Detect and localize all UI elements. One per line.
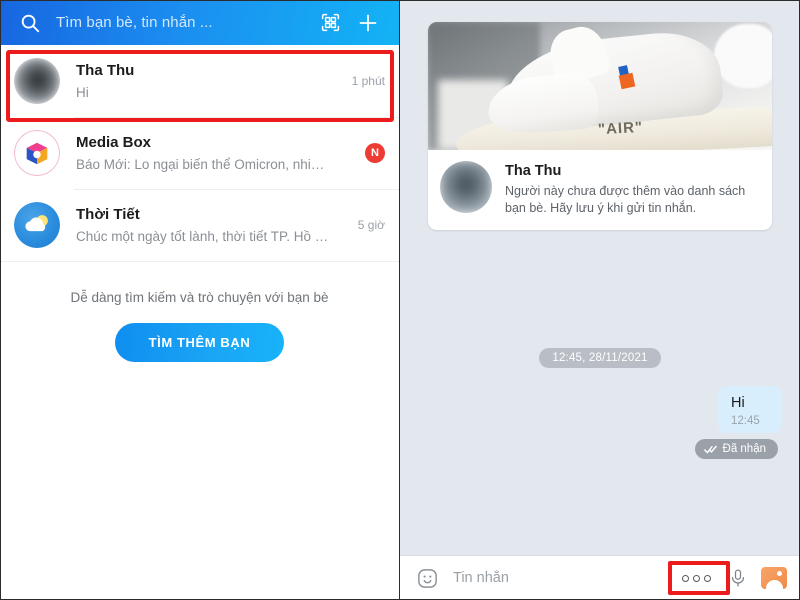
message-area: "AIR" Tha Thu Người này chưa được thêm v… (400, 0, 800, 555)
message-composer (400, 555, 800, 600)
list-divider (0, 261, 399, 262)
three-dots-more-icon[interactable] (674, 565, 718, 591)
double-check-icon (703, 445, 717, 453)
blurred-photo-avatar (14, 58, 60, 104)
list-item-meta: 1 phút (343, 74, 385, 88)
contact-card-text: Tha Thu Người này chưa được thêm vào dan… (492, 161, 753, 217)
contact-warning-note: Người này chưa được thêm vào danh sách b… (505, 184, 746, 215)
contact-name: Tha Thu (505, 163, 562, 179)
list-item-snippet: Hi (76, 84, 89, 100)
list-item-time: 1 phút (351, 74, 385, 88)
status-badge: Đã nhận (694, 439, 778, 459)
sneaker-orange-tag (618, 72, 636, 90)
delivery-status-label: Đã nhận (722, 443, 766, 455)
contact-cover-photo: "AIR" (428, 22, 772, 150)
search-input[interactable]: Tìm bạn bè, tin nhắn ... (46, 14, 309, 31)
sneaker-heel (714, 24, 772, 88)
smiley-face-icon[interactable] (413, 564, 441, 592)
day-divider-label: 12:45, 28/11/2021 (539, 348, 661, 368)
list-item-meta: 5 giờ (343, 218, 385, 232)
list-item-meta: N (343, 143, 385, 163)
message-bubble[interactable]: Hi 12:45 (718, 386, 782, 433)
list-item-name: Media Box (76, 133, 152, 151)
app-screen: Tìm bạn bè, tin nhắn ... Tha Thu Hi 1 ph… (0, 0, 800, 600)
find-friends-promo: Dễ dàng tìm kiếm và trò chuyện với bạn b… (0, 262, 399, 362)
list-item-snippet: Chúc một ngày tốt lành, thời tiết TP. Hồ… (76, 228, 331, 244)
media-box-cube-icon (14, 130, 60, 176)
list-item-name: Tha Thu (76, 61, 135, 79)
dot (681, 574, 689, 582)
image-gallery-icon[interactable] (761, 567, 787, 589)
contact-intro-card[interactable]: "AIR" Tha Thu Người này chưa được thêm v… (428, 22, 772, 230)
avatar[interactable] (14, 130, 60, 176)
microphone-icon[interactable] (724, 564, 752, 592)
message-text: Hi (731, 395, 745, 411)
conversation-panel: "AIR" Tha Thu Người này chưa được thêm v… (400, 0, 800, 600)
status-badge: N (365, 143, 385, 163)
promo-text: Dễ dàng tìm kiếm và trò chuyện với bạn b… (70, 290, 329, 305)
conversation-list: Tha Thu Hi 1 phút Media Box Báo Mới: Lo … (0, 45, 399, 262)
list-item-body: Tha Thu Hi (60, 61, 343, 102)
qr-code-icon[interactable] (313, 6, 347, 40)
chat-list-panel: Tìm bạn bè, tin nhắn ... Tha Thu Hi 1 ph… (0, 0, 400, 600)
message-input[interactable] (441, 570, 668, 586)
list-item-thoi-tiet[interactable]: Thời Tiết Chúc một ngày tốt lành, thời t… (0, 189, 399, 261)
dot (703, 574, 711, 582)
avatar[interactable] (14, 202, 60, 248)
search-header: Tìm bạn bè, tin nhắn ... (0, 0, 399, 45)
list-item-body: Thời Tiết Chúc một ngày tốt lành, thời t… (60, 205, 343, 246)
plus-icon[interactable] (351, 6, 385, 40)
message-row-outgoing: Hi 12:45 (418, 386, 782, 433)
dot (692, 574, 700, 582)
list-item-name: Thời Tiết (76, 205, 140, 223)
blurred-photo-avatar (440, 161, 492, 213)
weather-cloud-sun-icon (14, 202, 60, 248)
list-item-body: Media Box Báo Mới: Lo ngại biến thể Omic… (60, 133, 343, 174)
list-item-time: 5 giờ (357, 218, 385, 232)
list-item-media-box[interactable]: Media Box Báo Mới: Lo ngại biến thể Omic… (0, 117, 399, 189)
sneaker-air-label: "AIR" (597, 118, 644, 139)
list-item-tha-thu[interactable]: Tha Thu Hi 1 phút (0, 45, 399, 117)
delivery-status-row: Đã nhận (418, 439, 782, 459)
find-more-friends-button[interactable]: TÌM THÊM BẠN (114, 323, 285, 362)
contact-card-body: Tha Thu Người này chưa được thêm vào dan… (428, 150, 772, 230)
message-time: 12:45 (731, 415, 760, 427)
list-item-snippet: Báo Mới: Lo ngại biến thể Omicron, nhiều… (76, 156, 331, 172)
avatar[interactable] (440, 161, 492, 213)
search-icon[interactable] (14, 7, 46, 39)
day-divider: 12:45, 28/11/2021 (418, 348, 782, 368)
avatar[interactable] (14, 58, 60, 104)
